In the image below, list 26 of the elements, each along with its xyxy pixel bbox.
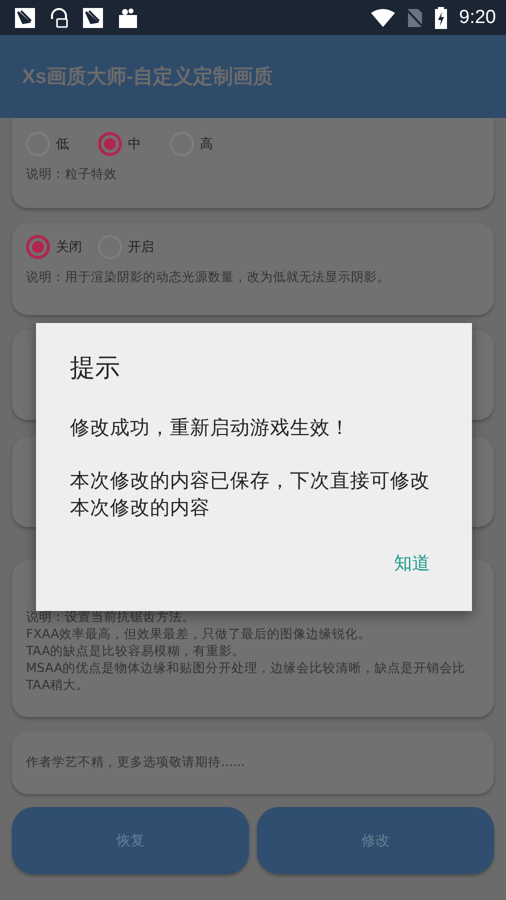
option-label: 开启 [128, 239, 154, 256]
option-label: 关闭 [56, 239, 82, 256]
setting-description: 说明：用于渲染阴影的动态光源数量，改为低就无法显示阴影。 [26, 269, 391, 286]
status-time: 9:20 [459, 6, 496, 28]
dialog-message: 本次修改的内容已保存，下次直接可修改本次修改的内容 [70, 468, 430, 521]
option-label: 中 [128, 136, 141, 153]
action-button[interactable]: 恢复 [12, 807, 249, 874]
radio-button[interactable] [98, 132, 122, 156]
action-button[interactable]: 修改 [257, 807, 494, 874]
setting-description: TAA的缺点是比较容易模糊，有重影。 [26, 642, 246, 659]
battery-charging-icon [435, 6, 448, 28]
no-sim-icon [407, 8, 424, 28]
setting-description: 说明：设置当前抗锯齿方法。 [26, 608, 196, 625]
dialog-title: 提示 [70, 352, 121, 384]
radio-button[interactable] [26, 235, 50, 259]
option-label: 低 [56, 136, 69, 153]
author-note: 作者学艺不精，更多选项敬请期待...... [26, 754, 245, 771]
setting-description: MSAA的优点是物体边缘和贴图分开处理，边缘会比较清晰，缺点是开销会比TAA稍大。 [26, 659, 466, 693]
setting-description: FXAA效率最高，但效果最差，只做了最后的图像边缘锐化。 [26, 625, 372, 642]
dialog-message: 修改成功，重新启动游戏生效！ [70, 415, 351, 441]
ok-button[interactable]: 知道 [386, 547, 438, 579]
option-label: 高 [200, 136, 213, 153]
app-title: Xs画质大师-自定义定制画质 [22, 64, 274, 90]
setting-description: 说明：粒子特效 [26, 166, 118, 183]
bag-icon [117, 6, 139, 28]
wifi-icon [371, 8, 396, 26]
